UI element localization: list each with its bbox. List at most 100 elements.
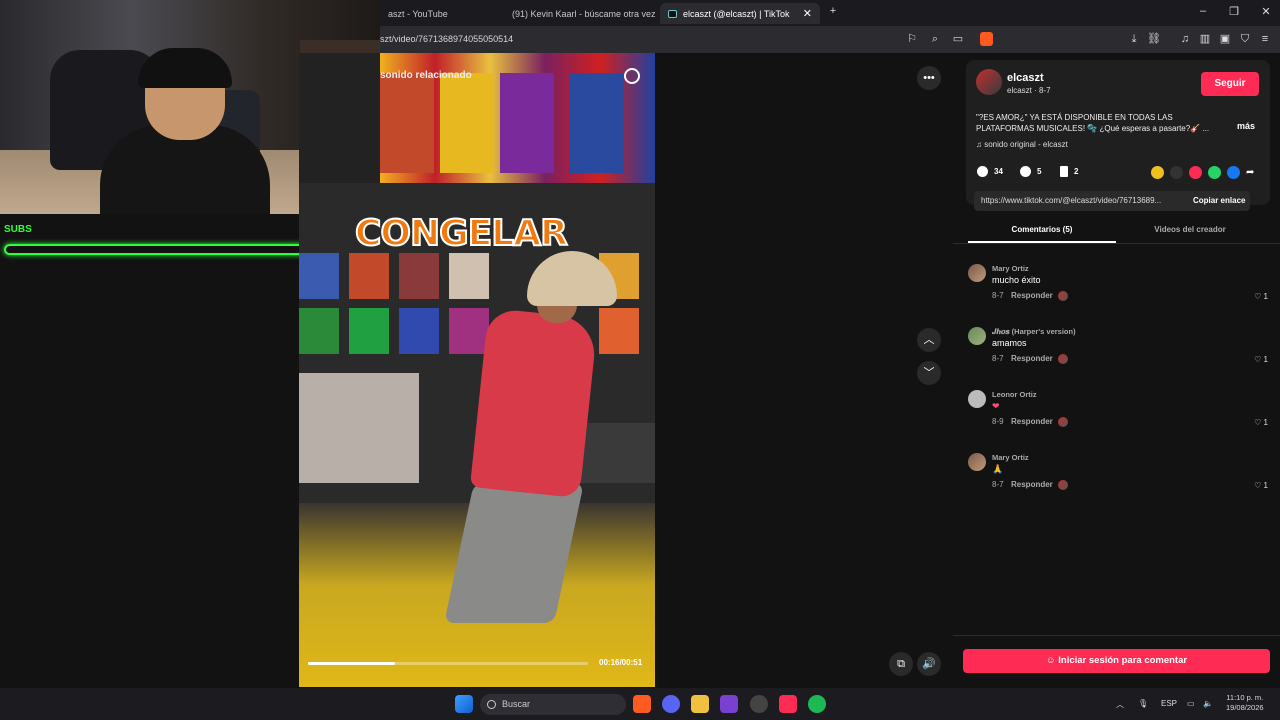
coin-icon[interactable] <box>1151 166 1164 179</box>
save-button[interactable]: 2 <box>1060 166 1078 177</box>
avatar[interactable] <box>968 327 986 345</box>
comment-like-count: 1 <box>1263 292 1268 301</box>
comment-icon <box>1020 166 1031 177</box>
related-sound-search[interactable]: sonido relacionado <box>380 68 640 88</box>
wallet-icon[interactable]: ▣ <box>1218 32 1232 46</box>
windows-start-icon[interactable] <box>455 695 473 713</box>
app-icon[interactable] <box>750 695 768 713</box>
tiktok-app-icon[interactable] <box>779 695 797 713</box>
reply-button[interactable]: Responder <box>1011 480 1053 489</box>
tab-creator-videos[interactable]: Videos del creador <box>1116 225 1264 234</box>
brave-shield-icon[interactable] <box>980 32 993 46</box>
reply-button[interactable]: Responder <box>1011 291 1053 300</box>
microphone-icon[interactable]: 🎙 <box>1138 699 1148 708</box>
follow-button[interactable]: Seguir <box>1201 72 1259 96</box>
creator-avatar <box>1058 354 1068 364</box>
comment-count: 5 <box>1037 167 1042 176</box>
tab-youtube[interactable]: aszt - YouTube <box>380 3 495 24</box>
next-video-icon[interactable]: ﹀ <box>917 361 941 385</box>
brave-icon[interactable] <box>633 695 651 713</box>
comment-date: 8-7 <box>992 291 1004 300</box>
more-link[interactable]: más <box>1237 121 1255 131</box>
comment-author[interactable]: Mary Ortiz <box>992 264 1029 273</box>
volume-icon[interactable]: 🔊 <box>917 652 941 676</box>
facebook-icon[interactable] <box>1227 166 1240 179</box>
search-icon[interactable] <box>624 68 640 84</box>
copy-link-button[interactable]: Copiar enlace <box>1193 191 1245 211</box>
embed-icon[interactable] <box>1170 166 1183 179</box>
minimize-icon[interactable]: – <box>1196 5 1210 17</box>
whatsapp-icon[interactable] <box>1208 166 1221 179</box>
video-player[interactable]: sonido relacionado CONGELAR 00:16/00:51 <box>299 53 655 687</box>
restore-icon[interactable]: ❐ <box>1227 5 1241 18</box>
avatar[interactable] <box>976 69 1002 95</box>
like-count: 34 <box>994 167 1003 176</box>
network-icon[interactable]: ▭ <box>1187 699 1195 708</box>
search-label: sonido relacionado <box>380 70 472 81</box>
post-panel: elcaszt elcaszt · 8-7 Seguir "?ES AMOR¿"… <box>953 53 1280 687</box>
video-time: 00:16/00:51 <box>599 658 643 667</box>
tab-tiktok[interactable]: elcaszt (@elcaszt) | TikTok ✕ <box>660 3 820 24</box>
tab-kevin-kaarl[interactable]: (91) Kevin Kaarl - búscame otra vez ( <box>498 3 658 24</box>
comment-like-button[interactable]: ♡ 1 <box>1254 292 1268 301</box>
comment-like-count: 1 <box>1263 481 1268 490</box>
comment-like-button[interactable]: ♡ 1 <box>1254 418 1268 427</box>
comment-button[interactable]: 5 <box>1020 166 1041 177</box>
link-icon[interactable]: ⛓ <box>1147 32 1161 46</box>
avatar[interactable] <box>968 264 986 282</box>
comment-like-button[interactable]: ♡ 1 <box>1254 355 1268 364</box>
previous-video-icon[interactable]: ︿ <box>917 328 941 352</box>
comment-text: mucho éxito <box>992 275 1041 285</box>
divider <box>953 243 1280 244</box>
spotify-icon[interactable] <box>808 695 826 713</box>
language-indicator[interactable]: ESP <box>1161 699 1177 708</box>
translate-icon[interactable]: ⚐ <box>905 32 919 46</box>
comment-item: 𝑱𝒉𝒐𝒔 (Harper's version) amamos 8-7 Respo… <box>968 327 1268 382</box>
tab-label: (91) Kevin Kaarl - búscame otra vez ( <box>512 8 658 19</box>
streamer <box>100 30 270 214</box>
avatar[interactable] <box>968 390 986 408</box>
clock-time: 11:10 p. m. <box>1226 693 1264 702</box>
music-icon[interactable]: ♫ <box>1178 32 1192 46</box>
creator-avatar <box>1058 480 1068 490</box>
menu-icon[interactable]: ≡ <box>1258 32 1272 46</box>
comment-author[interactable]: Mary Ortiz <box>992 453 1029 462</box>
url-field[interactable]: szt/video/7671368974055050514 <box>380 34 513 44</box>
taskbar-search[interactable]: Buscar <box>480 694 626 715</box>
speaker-icon[interactable]: 🔈 <box>1203 699 1213 708</box>
sidebar-icon[interactable]: ▥ <box>1198 32 1212 46</box>
comment-author[interactable]: 𝑱𝒉𝒐𝒔 (Harper's version) <box>992 327 1076 337</box>
tab-comments[interactable]: Comentarios (5) <box>968 225 1116 234</box>
apps-icon[interactable] <box>720 695 738 713</box>
taskbar: Buscar ︿ 🎙 ESP ▭ 🔈 11:10 p. m. 19/08/202… <box>0 688 1280 720</box>
save-count: 2 <box>1074 167 1079 176</box>
send-icon[interactable] <box>1189 166 1202 179</box>
pip-icon[interactable]: ⧉ <box>889 652 913 676</box>
discord-icon[interactable] <box>662 695 680 713</box>
avatar[interactable] <box>968 453 986 471</box>
file-explorer-icon[interactable] <box>691 695 709 713</box>
subs-label: SUBS <box>4 224 32 235</box>
sound-link[interactable]: ♫ sonido original - elcaszt <box>976 140 1068 149</box>
comment-like-button[interactable]: ♡ 1 <box>1254 481 1268 490</box>
comment-text: amamos <box>992 338 1027 348</box>
chevron-up-icon[interactable]: ︿ <box>1116 699 1124 710</box>
close-window-icon[interactable]: ✕ <box>1259 5 1273 18</box>
reply-button[interactable]: Responder <box>1011 354 1053 363</box>
plus-icon[interactable]: + <box>826 5 840 17</box>
more-options-icon[interactable]: ••• <box>917 66 941 90</box>
author-name[interactable]: elcaszt <box>1007 72 1044 84</box>
share-arrow-icon[interactable]: ➦ <box>1246 166 1259 179</box>
like-button[interactable]: 34 <box>977 166 1003 177</box>
address-bar: szt/video/7671368974055050514 ⚐ ⌕ ▭ ⤓ ⛓ … <box>380 26 1280 53</box>
video-progress-bar[interactable] <box>308 662 588 665</box>
vpn-icon[interactable]: ⛉ <box>1238 32 1252 46</box>
comment-author[interactable]: Leonor Ortiz <box>992 390 1037 399</box>
reply-button[interactable]: Responder <box>1011 417 1053 426</box>
clock[interactable]: 11:10 p. m. 19/08/2026 <box>1226 693 1264 713</box>
login-to-comment-button[interactable]: ☺ Iniciar sesión para comentar <box>963 649 1270 673</box>
zoom-icon[interactable]: ⌕ <box>928 32 942 46</box>
close-tab-icon[interactable]: ✕ <box>803 7 812 20</box>
cast-icon[interactable]: ▭ <box>951 32 965 46</box>
download-icon[interactable]: ⤓ <box>1127 32 1141 46</box>
